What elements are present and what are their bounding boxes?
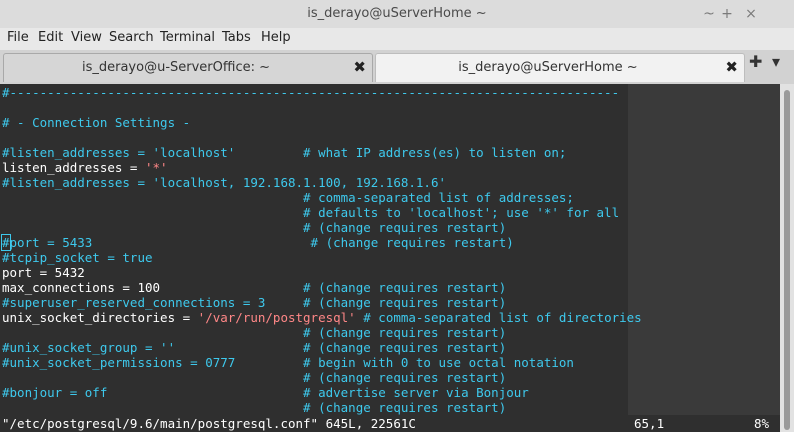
terminal-line: # (change requires restart) bbox=[2, 370, 506, 385]
terminal-text: #bonjour = off # advertise server via Bo… bbox=[2, 385, 529, 400]
terminal-text: # (change requires restart) bbox=[2, 220, 507, 235]
scrollbar-thumb[interactable] bbox=[784, 90, 790, 430]
terminal-line: #tcpip_socket = true bbox=[2, 250, 153, 265]
window-title: is_derayo@uServerHome ~ bbox=[307, 6, 487, 21]
terminal-text: listen_addresses = bbox=[2, 160, 145, 175]
terminal-line: # (change requires restart) bbox=[2, 220, 506, 235]
tab-bar: is_derayo@u-ServerOffice: ~ ✖ is_derayo@… bbox=[0, 50, 794, 84]
terminal-text: # (change requires restart) bbox=[303, 280, 507, 295]
title-bar: is_derayo@uServerHome ~ ~ + × bbox=[0, 0, 794, 29]
menu-edit[interactable]: Edit bbox=[38, 30, 63, 45]
terminal-text: '*' bbox=[145, 160, 168, 175]
terminal-text: # (change requires restart) bbox=[2, 400, 507, 415]
terminal-line: max_connections = 100 # (change requires… bbox=[2, 280, 506, 295]
terminal-line: # - Connection Settings - bbox=[2, 115, 190, 130]
terminal-background-panel bbox=[628, 84, 780, 432]
terminal-text: # comma-separated list of directories bbox=[363, 310, 642, 325]
menu-file[interactable]: File bbox=[7, 30, 29, 45]
terminal-text: # (change requires restart) bbox=[2, 325, 507, 340]
terminal-line: #superuser_reserved_connections = 3 # (c… bbox=[2, 295, 506, 310]
terminal-text: #superuser_reserved_connections = 3 # (c… bbox=[2, 295, 507, 310]
terminal-line: # (change requires restart) bbox=[2, 400, 506, 415]
terminal-text: '/var/run/postgresql' bbox=[197, 310, 356, 325]
terminal-line: #unix_socket_group = '' # (change requir… bbox=[2, 340, 506, 355]
tab-label: is_derayo@uServerHome ~ bbox=[458, 60, 638, 75]
terminal-output[interactable]: #---------------------------------------… bbox=[0, 84, 780, 432]
maximize-icon[interactable]: + bbox=[716, 3, 738, 25]
terminal-text: #unix_socket_permissions = 0777 # begin … bbox=[2, 355, 574, 370]
terminal-line: #listen_addresses = 'localhost, 192.168.… bbox=[2, 175, 446, 190]
terminal-text: # - Connection Settings - bbox=[2, 115, 191, 130]
tab-server-office[interactable]: is_derayo@u-ServerOffice: ~ ✖ bbox=[3, 53, 373, 82]
close-tab-icon[interactable]: ✖ bbox=[353, 58, 366, 76]
menu-help[interactable]: Help bbox=[261, 30, 291, 45]
terminal-text: max_connections = 100 bbox=[2, 280, 304, 295]
terminal-line: port = 5432 bbox=[2, 265, 85, 280]
terminal-text: # comma-separated list of addresses; bbox=[2, 190, 574, 205]
terminal-text: #---------------------------------------… bbox=[2, 85, 620, 100]
terminal-line: #unix_socket_permissions = 0777 # begin … bbox=[2, 355, 574, 370]
terminal-text: port = 5433 # (change requires restart) bbox=[9, 235, 514, 250]
scrollbar[interactable] bbox=[780, 84, 794, 432]
terminal-line: listen_addresses = '*' bbox=[2, 160, 168, 175]
terminal-text: #listen_addresses = 'localhost, 192.168.… bbox=[2, 175, 447, 190]
terminal-text: #unix_socket_group = '' # (change requir… bbox=[2, 340, 507, 355]
terminal-cursor: # bbox=[1, 234, 11, 251]
terminal-line: #listen_addresses = 'localhost' # what I… bbox=[2, 145, 566, 160]
terminal-text: #listen_addresses = 'localhost' # what I… bbox=[2, 145, 567, 160]
terminal-line: # comma-separated list of addresses; bbox=[2, 190, 574, 205]
terminal-line: #---------------------------------------… bbox=[2, 85, 619, 100]
terminal-text: #tcpip_socket = true bbox=[2, 250, 153, 265]
menu-search[interactable]: Search bbox=[109, 30, 154, 45]
terminal-text: port = 5432 bbox=[2, 265, 85, 280]
terminal-text: # (change requires restart) bbox=[2, 370, 507, 385]
status-file-info: "/etc/postgresql/9.6/main/postgresql.con… bbox=[2, 416, 416, 431]
menu-terminal[interactable]: Terminal bbox=[160, 30, 215, 45]
tab-label: is_derayo@u-ServerOffice: ~ bbox=[81, 60, 270, 75]
terminal-text: # defaults to 'localhost'; use '*' for a… bbox=[2, 205, 620, 220]
terminal-line: #bonjour = off # advertise server via Bo… bbox=[2, 385, 529, 400]
status-cursor-position: 65,1 bbox=[634, 416, 665, 431]
status-scroll-percent: 8% bbox=[754, 416, 770, 431]
terminal-line: # defaults to 'localhost'; use '*' for a… bbox=[2, 205, 619, 220]
close-window-icon[interactable]: × bbox=[740, 3, 762, 25]
close-tab-icon[interactable]: ✖ bbox=[725, 58, 738, 76]
vim-status-line: "/etc/postgresql/9.6/main/postgresql.con… bbox=[0, 415, 780, 432]
menu-tabs[interactable]: Tabs bbox=[222, 30, 251, 45]
menu-bar: File Edit View Search Terminal Tabs Help bbox=[0, 28, 794, 50]
terminal-line: unix_socket_directories = '/var/run/post… bbox=[2, 310, 642, 325]
terminal-text: unix_socket_directories = bbox=[2, 310, 198, 325]
menu-view[interactable]: View bbox=[71, 30, 102, 45]
tab-menu-icon[interactable]: ▾ bbox=[772, 52, 780, 71]
terminal-line: # (change requires restart) bbox=[2, 325, 506, 340]
terminal-line: #port = 5433 # (change requires restart) bbox=[1, 234, 514, 251]
tab-server-home[interactable]: is_derayo@uServerHome ~ ✖ bbox=[375, 53, 745, 82]
new-tab-icon[interactable]: ✚ bbox=[749, 52, 762, 71]
